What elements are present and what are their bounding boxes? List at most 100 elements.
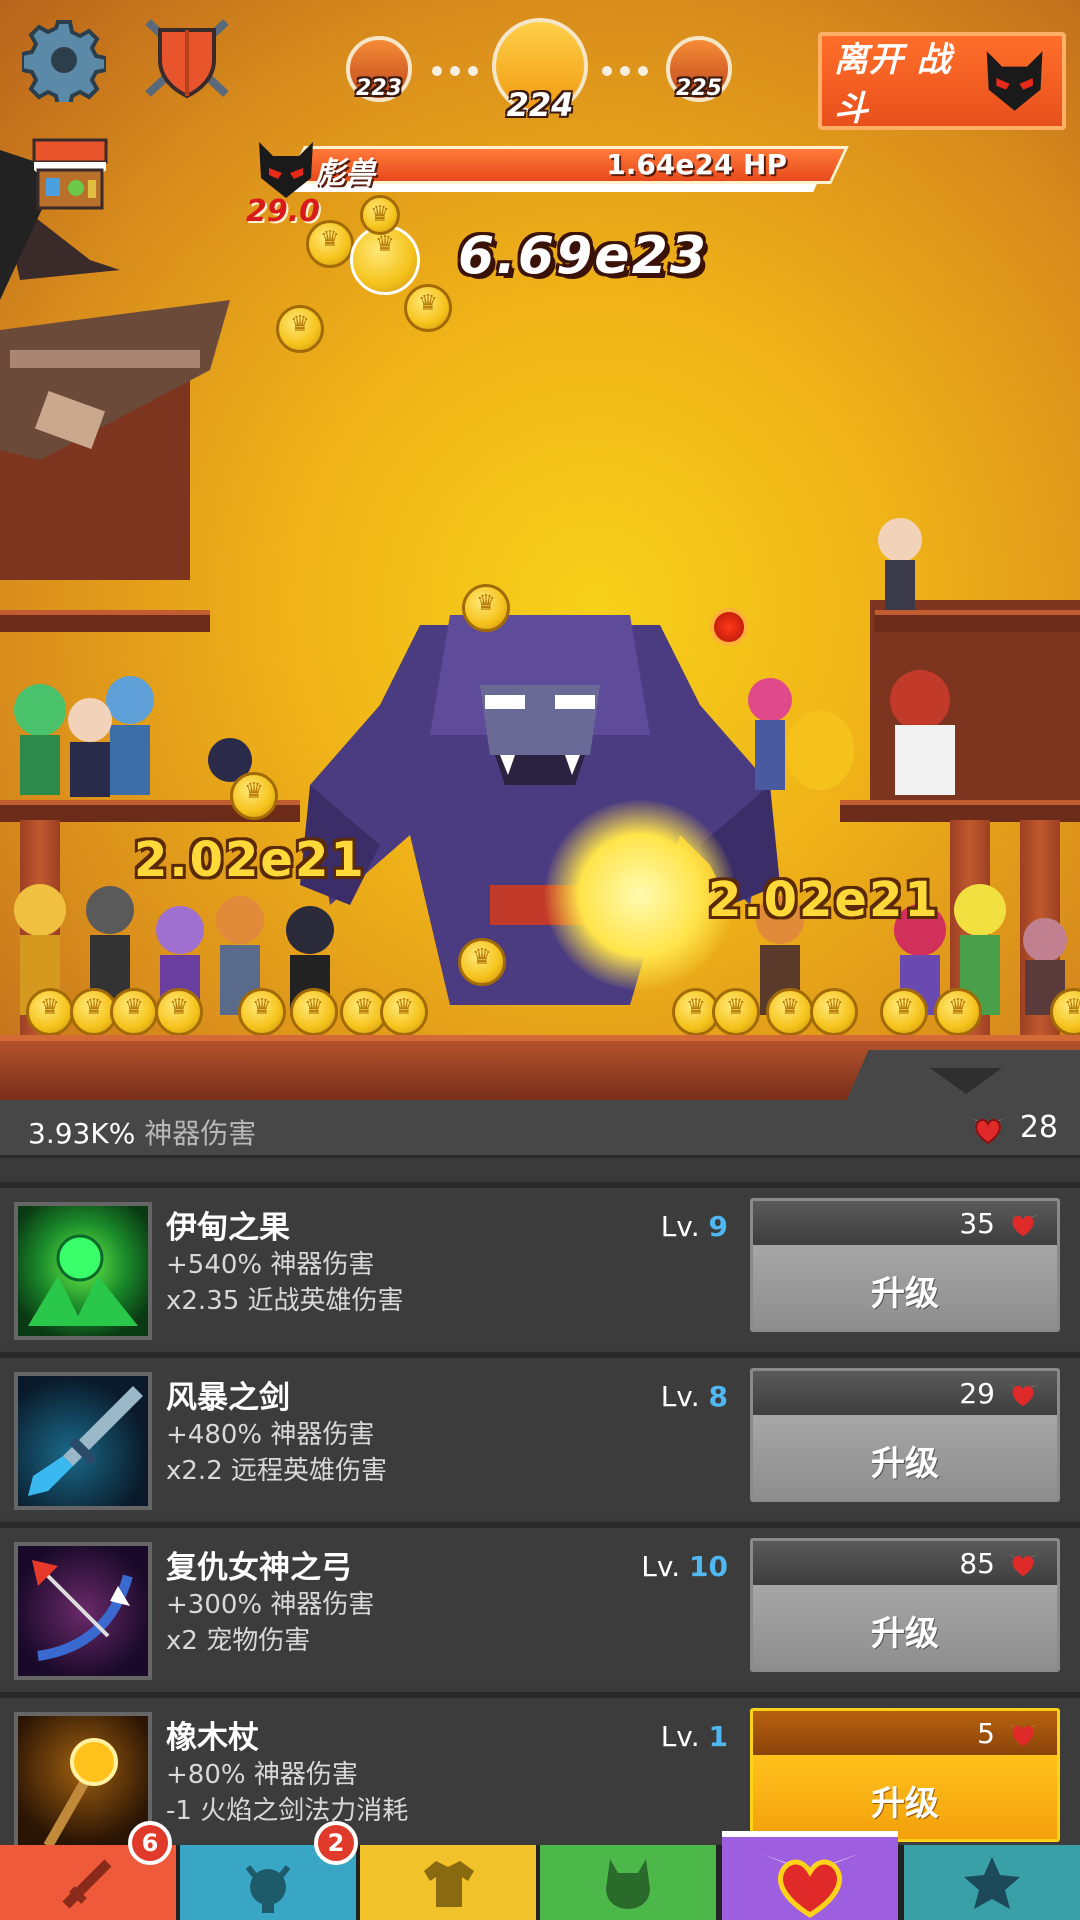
pet-icon xyxy=(606,1858,650,1909)
stage-dot xyxy=(450,66,460,76)
settings-button[interactable] xyxy=(22,18,106,102)
tab-heroes[interactable]: 2 xyxy=(180,1821,358,1920)
upgrade-cost: 5 xyxy=(753,1711,1057,1755)
coin[interactable] xyxy=(110,988,158,1036)
tab-artifacts[interactable] xyxy=(722,1831,898,1920)
demon-face-icon xyxy=(986,51,1043,111)
total-artifact-value: 3.93K% xyxy=(28,1117,136,1150)
coin[interactable] xyxy=(462,584,510,632)
artifact-bonus: x2.2 远程英雄伤害 xyxy=(166,1456,388,1486)
winged-heart-icon xyxy=(1005,1723,1041,1747)
hit-number-right: 2.02e21 xyxy=(708,872,940,928)
artifact-effect: +480% 神器伤害 xyxy=(166,1420,375,1450)
artifact-name: 伊甸之果 xyxy=(166,1210,290,1246)
coin[interactable] xyxy=(155,988,203,1036)
total-artifact-damage: 3.93K% 神器伤害 xyxy=(28,1112,256,1152)
upgrade-cost: 29 xyxy=(753,1371,1057,1415)
upgrade-label: 升级 xyxy=(753,1415,1057,1499)
coin[interactable] xyxy=(290,988,338,1036)
upgrade-button[interactable]: 35 升级 xyxy=(750,1198,1060,1332)
level-number: 8 xyxy=(708,1380,728,1413)
coin[interactable] xyxy=(766,988,814,1036)
artifact-effect: +300% 神器伤害 xyxy=(166,1590,375,1620)
tab-weapons[interactable]: 6 xyxy=(0,1821,176,1920)
hit-number-left: 2.02e21 xyxy=(134,832,366,888)
artifact-name: 橡木杖 xyxy=(166,1720,259,1756)
upgrade-cost-value: 29 xyxy=(959,1376,995,1410)
shop-button[interactable] xyxy=(28,134,112,214)
battle-scene[interactable]: 29.0 6.69e23 2.02e21 2.02e21 xyxy=(0,0,1080,1100)
crossed-swords-shield-icon xyxy=(145,19,229,99)
oak-staff-icon xyxy=(14,1712,152,1845)
coin[interactable] xyxy=(238,988,286,1036)
coin[interactable] xyxy=(404,284,452,332)
coin[interactable] xyxy=(880,988,928,1036)
upgrade-cost-value: 85 xyxy=(959,1546,995,1580)
artifact-row: 复仇女神之弓 +300% 神器伤害 x2 宠物伤害 Lv. 10 85 升级 xyxy=(0,1522,1080,1682)
viking-helmet-icon xyxy=(245,1864,291,1913)
stage-dot xyxy=(602,66,612,76)
stage-prev-number: 223 xyxy=(356,76,402,101)
artifact-effect: +540% 神器伤害 xyxy=(166,1250,375,1280)
artifact-level: Lv. 8 xyxy=(661,1380,728,1413)
coin[interactable] xyxy=(380,988,428,1036)
coin[interactable] xyxy=(350,225,420,295)
stage-dot xyxy=(620,66,630,76)
coin[interactable] xyxy=(712,988,760,1036)
coin[interactable] xyxy=(26,988,74,1036)
damage-number: 6.69e23 xyxy=(458,226,708,286)
level-prefix: Lv. xyxy=(660,1380,700,1413)
coin[interactable] xyxy=(458,938,506,986)
upgrade-label: 升级 xyxy=(753,1755,1057,1839)
artifact-row: 橡木杖 +80% 神器伤害 -1 火焰之剑法力消耗 Lv. 1 5 升级 xyxy=(0,1692,1080,1845)
level-number: 9 xyxy=(708,1210,728,1243)
chevron-down-icon xyxy=(930,1068,1002,1094)
total-artifact-label: 神器伤害 xyxy=(144,1117,257,1150)
sword-icon xyxy=(62,1858,112,1909)
coin[interactable] xyxy=(810,988,858,1036)
artifact-row: 伊甸之果 +540% 神器伤害 x2.35 近战英雄伤害 Lv. 9 35 升级 xyxy=(0,1182,1080,1342)
nemesis-bow-icon xyxy=(14,1542,152,1680)
boss-name: 彪兽 xyxy=(315,156,375,191)
stage-current-number: 224 xyxy=(506,86,574,124)
fruit-of-eden-icon xyxy=(14,1202,152,1340)
stage-progress: 223 224 225 xyxy=(340,18,740,128)
upgrade-button[interactable]: 5 升级 xyxy=(750,1708,1060,1842)
level-prefix: Lv. xyxy=(641,1550,681,1583)
artifact-bonus: x2.35 近战英雄伤害 xyxy=(166,1286,404,1316)
artifact-name: 风暴之剑 xyxy=(166,1380,290,1416)
coin[interactable] xyxy=(360,195,400,235)
coin[interactable] xyxy=(276,305,324,353)
tab-achievements[interactable] xyxy=(904,1845,1080,1920)
panel-collapse-tab[interactable] xyxy=(845,1050,1080,1104)
leave-battle-button[interactable]: 离开 战斗 xyxy=(818,32,1066,130)
coin[interactable] xyxy=(934,988,982,1036)
winged-heart-icon xyxy=(1005,1383,1041,1407)
stage-next-number: 225 xyxy=(676,76,722,101)
upgrade-button[interactable]: 85 升级 xyxy=(750,1538,1060,1672)
winged-heart-icon xyxy=(1005,1553,1041,1577)
clan-button[interactable] xyxy=(142,16,232,100)
boss-demon-icon xyxy=(259,142,313,198)
artifact-level: Lv. 10 xyxy=(641,1550,728,1583)
artifact-effect: +80% 神器伤害 xyxy=(166,1760,358,1790)
artifact-name: 复仇女神之弓 xyxy=(166,1550,352,1586)
tab-pets[interactable] xyxy=(540,1845,716,1920)
stage-dot xyxy=(638,66,648,76)
level-number: 1 xyxy=(708,1720,728,1753)
tab-equipment[interactable] xyxy=(360,1845,536,1920)
upgrade-cost-value: 5 xyxy=(977,1716,995,1750)
upgrade-cost: 85 xyxy=(753,1541,1057,1585)
upgrade-button[interactable]: 29 升级 xyxy=(750,1368,1060,1502)
relic-counter: 28 xyxy=(966,1110,1058,1145)
gear-icon xyxy=(22,20,106,102)
coin[interactable] xyxy=(230,772,278,820)
left-ledge xyxy=(0,610,210,632)
hero-army-right xyxy=(748,518,1067,1015)
level-prefix: Lv. xyxy=(660,1210,700,1243)
artifact-bonus: -1 火焰之剑法力消耗 xyxy=(166,1796,409,1826)
winged-heart-icon xyxy=(1005,1213,1041,1237)
boss-hp-bar: 彪兽 1.64e24 HP xyxy=(255,142,849,198)
upgrade-label: 升级 xyxy=(753,1245,1057,1329)
boss-hp-value: 1.64e24 HP xyxy=(606,148,787,181)
